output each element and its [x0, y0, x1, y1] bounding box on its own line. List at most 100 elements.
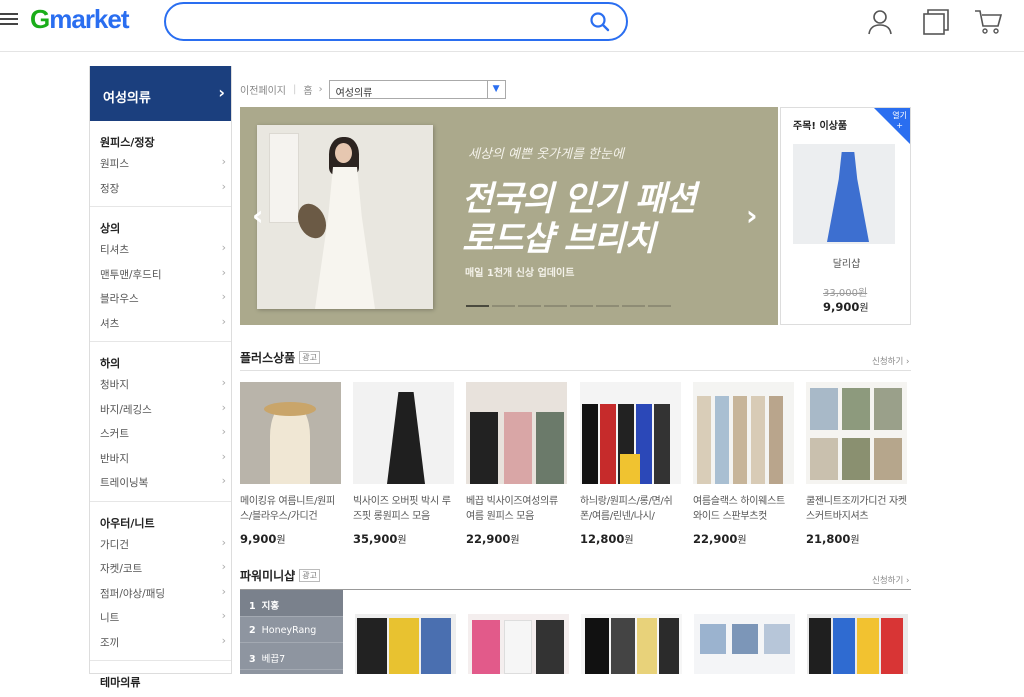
product-card[interactable]: 베끕 빅사이즈여성의류 여름 원피스 모음 22,900원	[466, 382, 567, 546]
product-image-figure	[470, 412, 498, 484]
featured-image-dress	[827, 152, 869, 242]
sidebar-item[interactable]: 맨투맨/후드티 ›	[90, 262, 231, 287]
product-card[interactable]: 빅사이즈 오버핏 박시 루즈핏 롱원피스 모음 35,900원	[353, 382, 454, 546]
mini-shop-image-figure	[536, 620, 564, 674]
sidebar-item[interactable]: 반바지 ›	[90, 446, 231, 471]
sidebar-heading[interactable]: 여성의류 ›	[90, 66, 231, 121]
banner-page-dot[interactable]	[492, 305, 515, 307]
rank-item[interactable]: 2 HoneyRang	[240, 617, 343, 643]
mini-shop-image[interactable]	[468, 614, 569, 674]
sidebar-item[interactable]: 조끼 ›	[90, 630, 231, 655]
user-icon[interactable]	[866, 8, 894, 36]
search-icon[interactable]	[590, 12, 610, 32]
banner-page-dot[interactable]	[648, 305, 671, 307]
search-bar[interactable]	[164, 2, 628, 41]
mini-shop-image[interactable]	[807, 614, 908, 674]
sidebar-item[interactable]: 점퍼/야상/패딩 ›	[90, 581, 231, 606]
product-image-figure	[697, 396, 711, 484]
mini-shop-image[interactable]	[581, 614, 682, 674]
featured-product[interactable]: 주목! 이상품 열기 + 달리샵 33,000원 9,900원	[780, 107, 911, 325]
power-apply-link[interactable]: 신청하기 ›	[872, 574, 909, 586]
mini-shop-image-figure	[833, 618, 855, 674]
product-title[interactable]: 빅사이즈 오버핏 박시 루즈핏 롱원피스 모음	[353, 494, 454, 524]
main-banner[interactable]: 세상의 예쁜 옷가게를 한눈에 전국의 인기 패션 로드샵 브리치 매일 1천개 …	[240, 107, 778, 325]
search-input[interactable]	[184, 12, 584, 32]
sidebar-item[interactable]: 가디건 ›	[90, 532, 231, 557]
recent-items-icon[interactable]	[922, 8, 950, 36]
banner-photo-face	[335, 143, 352, 163]
product-image-hat	[264, 402, 316, 416]
logo[interactable]: Gmarket	[30, 4, 130, 35]
banner-page-dot[interactable]	[518, 305, 541, 307]
sidebar-item[interactable]: 스커트 ›	[90, 421, 231, 446]
sidebar-item[interactable]: 자켓/코트 ›	[90, 556, 231, 581]
product-image[interactable]	[580, 382, 681, 484]
sidebar-item[interactable]: 청바지 ›	[90, 372, 231, 397]
chevron-right-icon: ›	[221, 425, 226, 438]
sidebar-group-title[interactable]: 상의	[90, 215, 231, 237]
sidebar-item[interactable]: 트레이닝복 ›	[90, 470, 231, 495]
sidebar-group-title[interactable]: 아우터/니트	[90, 510, 231, 532]
sidebar-group-title[interactable]: 원피스/정장	[90, 129, 231, 151]
product-image[interactable]	[693, 382, 794, 484]
banner-next-arrow-icon[interactable]: ›	[746, 199, 758, 232]
chevron-right-icon: ›	[221, 560, 226, 573]
product-title[interactable]: 여름슬랙스 하이웨스트 와이드 스판부츠컷	[693, 494, 794, 524]
product-price-value: 22,900	[466, 532, 511, 546]
plus-title-text: 플러스상품	[240, 351, 296, 365]
mini-shop-image[interactable]	[355, 614, 456, 674]
product-card[interactable]: 쿨젠니트조끼가디건 자켓스커트바지셔츠 21,800원	[806, 382, 907, 546]
chevron-down-icon[interactable]: ▼	[486, 80, 505, 98]
sidebar-item[interactable]: 정장 ›	[90, 176, 231, 201]
sidebar-item[interactable]: 니트 ›	[90, 605, 231, 630]
product-card[interactable]: 하늬랑/원피스/롱/면/쉬폰/여름/린넨/나시/ 12,800원	[580, 382, 681, 546]
sidebar-item-label: 가디건	[100, 538, 129, 551]
banner-headline: 전국의 인기 패션 로드샵 브리치	[462, 179, 697, 259]
product-title[interactable]: 베끕 빅사이즈여성의류 여름 원피스 모음	[466, 494, 567, 524]
category-select[interactable]: 여성의류 ▼	[328, 79, 506, 99]
sidebar-item-label: 원피스	[100, 158, 129, 170]
sidebar-item[interactable]: 셔츠 ›	[90, 311, 231, 336]
home-link[interactable]: 홈	[303, 82, 312, 97]
ad-badge: 광고	[299, 351, 320, 364]
corner-badge-label: 열기 +	[892, 111, 907, 131]
sidebar-group-title[interactable]: 하의	[90, 350, 231, 372]
product-image-figure	[387, 392, 425, 484]
mini-shop-image-figure	[881, 618, 903, 674]
featured-image[interactable]	[793, 144, 895, 244]
sidebar-item[interactable]: 원피스 ›	[90, 151, 231, 176]
cart-icon[interactable]	[974, 8, 1004, 36]
product-card[interactable]: 여름슬랙스 하이웨스트 와이드 스판부츠컷 22,900원	[693, 382, 794, 546]
product-image-figure	[810, 438, 838, 480]
product-image[interactable]	[240, 382, 341, 484]
banner-page-dot[interactable]	[596, 305, 619, 307]
banner-prev-arrow-icon[interactable]: ‹	[252, 199, 264, 232]
sidebar-item[interactable]: 바지/레깅스 ›	[90, 397, 231, 422]
product-image[interactable]	[466, 382, 567, 484]
product-price: 21,800원	[806, 531, 907, 546]
product-card[interactable]: 메이킹유 여름니트/원피스/블라우스/가디건 9,900원	[240, 382, 341, 546]
product-title[interactable]: 쿨젠니트조끼가디건 자켓스커트바지셔츠	[806, 494, 907, 524]
plus-apply-link[interactable]: 신청하기 ›	[872, 355, 909, 367]
sidebar-item-label: 자켓/코트	[100, 563, 143, 575]
sidebar-item[interactable]: 티셔츠 ›	[90, 237, 231, 262]
product-image[interactable]	[806, 382, 907, 484]
section-divider	[240, 370, 911, 371]
product-title[interactable]: 하늬랑/원피스/롱/면/쉬폰/여름/린넨/나시/	[580, 494, 681, 524]
sidebar-group: 테마의류	[90, 661, 231, 697]
banner-page-dot[interactable]	[466, 305, 489, 307]
prev-page-link[interactable]: 이전페이지	[240, 82, 286, 97]
banner-page-dot[interactable]	[544, 305, 567, 307]
menu-icon[interactable]	[0, 10, 20, 30]
rank-item[interactable]: 3 베끕7	[240, 643, 343, 670]
sidebar-group-title[interactable]: 테마의류	[90, 669, 231, 691]
product-title[interactable]: 메이킹유 여름니트/원피스/블라우스/가디건	[240, 494, 341, 524]
banner-page-dot[interactable]	[622, 305, 645, 307]
sidebar-item[interactable]: 블라우스 ›	[90, 286, 231, 311]
mini-shop-image[interactable]	[694, 614, 795, 674]
product-image[interactable]	[353, 382, 454, 484]
rank-item[interactable]: 1 지홍	[240, 590, 343, 617]
featured-price-unit: 원	[859, 303, 869, 314]
shop-ranking: 1 지홍 2 HoneyRang 3 베끕7	[240, 590, 343, 674]
banner-page-dot[interactable]	[570, 305, 593, 307]
